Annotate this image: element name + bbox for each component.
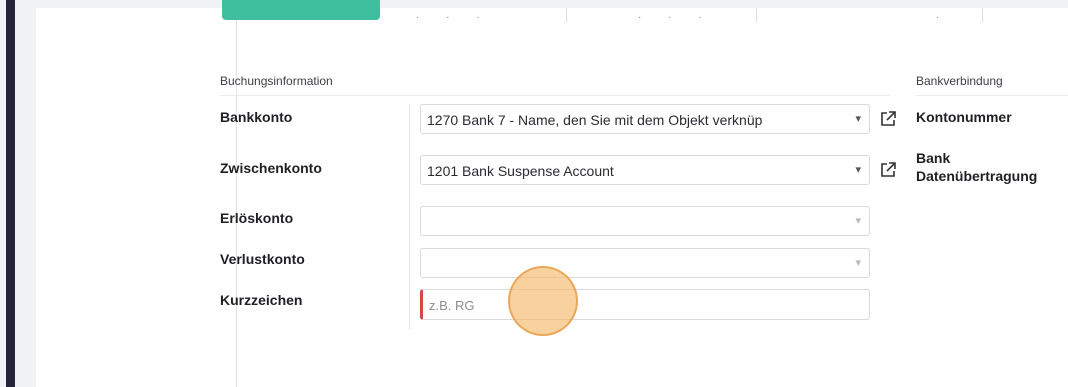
section-title-bank: Bankverbindung bbox=[916, 74, 1003, 88]
label-datenuebertragung: Datenübertragung bbox=[916, 168, 1038, 184]
external-link-icon[interactable] bbox=[878, 109, 898, 129]
bankkonto-value: 1270 Bank 7 - Name, den Sie mit dem Obje… bbox=[427, 112, 763, 128]
tab-handle-2[interactable]: · · · bbox=[638, 12, 714, 23]
section-title-booking: Buchungsinformation bbox=[220, 74, 333, 88]
tab-separator bbox=[756, 8, 757, 22]
zwischenkonto-select[interactable]: 1201 Bank Suspense Account ▾ bbox=[420, 155, 870, 185]
verlustkonto-select[interactable]: ▾ bbox=[420, 248, 870, 278]
left-sidebar-edge bbox=[6, 0, 15, 387]
kurzzeichen-input[interactable]: z.B. RG bbox=[420, 289, 870, 320]
label-kontonummer: Kontonummer bbox=[916, 109, 1012, 125]
chevron-down-icon: ▾ bbox=[855, 215, 861, 227]
label-kurzzeichen: Kurzzeichen bbox=[220, 292, 303, 308]
section-divider bbox=[220, 95, 890, 96]
tab-handle-1[interactable]: · · · bbox=[416, 12, 492, 23]
active-tab[interactable] bbox=[222, 0, 380, 20]
panel-divider bbox=[236, 8, 237, 387]
tab-separator bbox=[982, 8, 983, 22]
chevron-down-icon: ▾ bbox=[855, 257, 861, 269]
tab-handle-3[interactable]: · bbox=[936, 12, 951, 23]
section-divider bbox=[916, 95, 1068, 96]
bankkonto-select[interactable]: 1270 Bank 7 - Name, den Sie mit dem Obje… bbox=[420, 104, 870, 134]
field-column-separator bbox=[409, 104, 410, 330]
click-indicator bbox=[508, 266, 578, 336]
erloeskonto-select[interactable]: ▾ bbox=[420, 206, 870, 236]
label-zwischenkonto: Zwischenkonto bbox=[220, 160, 322, 176]
external-link-icon[interactable] bbox=[878, 160, 898, 180]
chevron-down-icon: ▾ bbox=[855, 113, 861, 125]
label-erloeskonto: Erlöskonto bbox=[220, 210, 294, 226]
kurzzeichen-placeholder: z.B. RG bbox=[429, 298, 475, 313]
label-bankkonto: Bankkonto bbox=[220, 109, 293, 125]
chevron-down-icon: ▾ bbox=[855, 164, 861, 176]
main-panel: · · · · · · · Buchungsinformation Bankko… bbox=[36, 0, 1068, 387]
label-bank: Bank bbox=[916, 150, 951, 166]
label-verlustkonto: Verlustkonto bbox=[220, 251, 305, 267]
tab-separator bbox=[566, 8, 567, 22]
zwischenkonto-value: 1201 Bank Suspense Account bbox=[427, 163, 614, 179]
